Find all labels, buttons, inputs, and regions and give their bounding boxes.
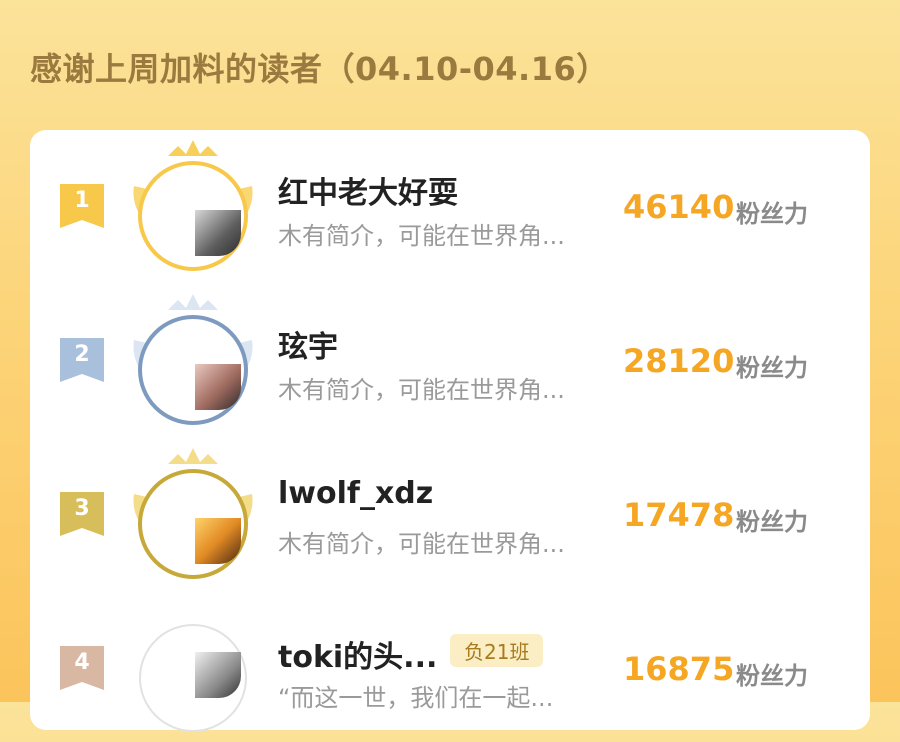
fan-score: 16875	[623, 650, 735, 688]
user-name[interactable]: 玹宇	[278, 322, 338, 366]
user-bio: 木有简介，可能在世界角...	[278, 530, 565, 558]
fan-unit-label: 粉丝力	[736, 200, 808, 228]
rank-number: 4	[74, 650, 90, 675]
avatar[interactable]	[120, 286, 266, 432]
fan-score: 46140	[623, 188, 735, 226]
page-title: 感谢上周加料的读者（04.10-04.16）	[30, 50, 609, 88]
leaderboard-row[interactable]: 4 toki的头... 负21班 “而这一世，我们在一起... 16875 粉丝…	[30, 592, 870, 742]
fan-unit-label: 粉丝力	[736, 508, 808, 536]
user-bio: “而这一世，我们在一起...	[278, 684, 554, 712]
user-name[interactable]: lwolf_xdz	[278, 476, 433, 511]
leaderboard-row[interactable]: 1 红中老大好耍 木有简介，可能在世界角... 46140 粉丝力	[30, 130, 870, 280]
fan-unit-label: 粉丝力	[736, 662, 808, 690]
user-bio: 木有简介，可能在世界角...	[278, 376, 565, 404]
user-bio: 木有简介，可能在世界角...	[278, 222, 565, 250]
leaderboard-card: 1 红中老大好耍 木有简介，可能在世界角... 46140 粉丝力 2 玹宇 木…	[30, 130, 870, 732]
rank-number: 1	[74, 188, 90, 213]
avatar-frame	[139, 624, 247, 732]
avatar[interactable]	[120, 132, 266, 278]
user-name[interactable]: 红中老大好耍	[278, 168, 458, 212]
fan-unit-label: 粉丝力	[736, 354, 808, 382]
rank-number: 3	[74, 496, 90, 521]
avatar-image	[195, 364, 241, 410]
laurel-crown-icon	[133, 294, 253, 425]
leaderboard-row[interactable]: 3 lwolf_xdz 木有简介，可能在世界角... 17478 粉丝力	[30, 438, 870, 588]
laurel-crown-icon	[133, 140, 253, 271]
fan-score: 17478	[623, 496, 735, 534]
avatar[interactable]	[120, 440, 266, 586]
avatar-image	[195, 518, 241, 564]
rank-badge: 2	[60, 338, 104, 382]
user-tag-badge: 负21班	[450, 634, 544, 667]
avatar[interactable]	[120, 594, 266, 740]
rank-badge: 1	[60, 184, 104, 228]
rank-number: 2	[74, 342, 90, 367]
fan-score: 28120	[623, 342, 735, 380]
user-name[interactable]: toki的头...	[278, 632, 437, 676]
leaderboard-row[interactable]: 2 玹宇 木有简介，可能在世界角... 28120 粉丝力	[30, 284, 870, 434]
avatar-image	[195, 210, 241, 256]
laurel-crown-icon	[133, 448, 253, 579]
rank-badge: 4	[60, 646, 104, 690]
rank-badge: 3	[60, 492, 104, 536]
avatar-image	[195, 652, 241, 698]
